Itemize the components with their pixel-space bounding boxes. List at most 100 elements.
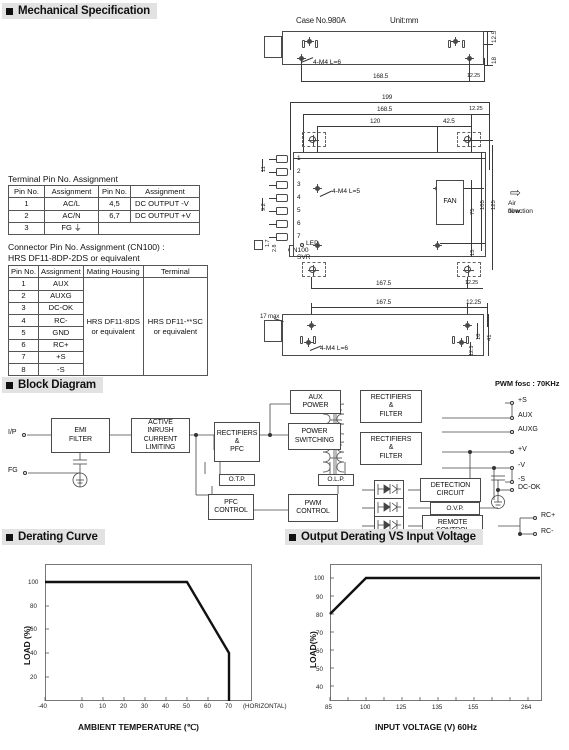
rect-filter2-l2: & xyxy=(388,444,394,452)
connector-table-title-2: HRS DF11-8DP-2DS or equivalent xyxy=(8,253,140,263)
terminal-pin xyxy=(276,168,288,176)
terminal-pin xyxy=(276,194,288,202)
vent-slot xyxy=(313,336,316,344)
section-header-mechanical: Mechanical Specification xyxy=(2,3,157,19)
dim-ext xyxy=(484,65,493,66)
olp-block: O.L.P. xyxy=(318,474,354,486)
rect-filter1-l3: FILTER xyxy=(379,410,403,418)
connector-pin-table: Pin No. Assignment Mating Housing Termin… xyxy=(8,264,209,377)
dim-ext xyxy=(489,102,490,170)
rect-filter1-l2: & xyxy=(388,402,394,410)
inrush-l3: CURRENT xyxy=(143,435,178,443)
dim-line xyxy=(487,45,488,65)
rect-filter2-l1: RECTIFIERS xyxy=(370,436,412,444)
optocoupler-icon xyxy=(377,484,401,495)
dim-12-5-top: 12.5 xyxy=(491,30,498,43)
cell: DC-OK xyxy=(38,301,84,316)
table-row: 2 AC/N 6,7 DC OUTPUT +V xyxy=(8,209,200,223)
vent-slot xyxy=(315,40,318,48)
mounting-hole-left xyxy=(308,135,319,146)
vent-slot xyxy=(300,336,303,344)
dim-ext xyxy=(301,58,302,82)
section-header-derating-curve: Derating Curve xyxy=(2,529,105,545)
pin-lead xyxy=(269,172,277,173)
otp-block: O.T.P. xyxy=(219,474,255,486)
output-derating-ylabel: LOAD(%) xyxy=(308,631,318,668)
screw-marker xyxy=(313,241,322,250)
dim-line-199 xyxy=(290,102,489,103)
terminal-pin xyxy=(276,181,288,189)
dim-199: 199 xyxy=(382,94,393,101)
dim-line-167-5 xyxy=(311,288,467,289)
block-diagram-wires xyxy=(27,402,533,536)
xtick-30: 30 xyxy=(141,703,148,710)
output-terminal-minus-s xyxy=(510,480,514,484)
dim-line xyxy=(301,81,469,82)
bullet-square-icon xyxy=(6,533,13,541)
fan-block: FAN xyxy=(436,180,464,225)
output-label-minus-v: -V xyxy=(518,462,525,469)
th-pin-no: Pin No. xyxy=(8,264,39,279)
dim-ext xyxy=(484,31,493,32)
output-derating-chart-plot xyxy=(329,576,540,701)
dim-120: 120 xyxy=(370,118,381,125)
dim-ext xyxy=(464,188,484,189)
dim-105: 105 xyxy=(480,200,486,210)
terminal-pin xyxy=(276,155,288,163)
screw-marker xyxy=(457,338,466,347)
derating-xlabel: AMBIENT TEMPERATURE (℃) xyxy=(78,722,199,732)
ov-xtick-85: 85 xyxy=(325,704,332,711)
optocoupler-2 xyxy=(374,498,404,517)
cell: 4 xyxy=(8,313,39,328)
pwm-ctrl-l2: CONTROL xyxy=(296,508,330,515)
fg-label: FG xyxy=(8,467,18,474)
ytick-20: 20 xyxy=(30,674,37,681)
dim-75: 75 xyxy=(470,208,476,215)
rect-pfc-l3: PFC xyxy=(230,446,244,454)
mating-housing-l2: or equivalent xyxy=(91,326,135,336)
pin-number: 3 xyxy=(297,181,301,188)
xtick-40: 40 xyxy=(162,703,169,710)
pin-number: 1 xyxy=(297,155,301,162)
dim-line xyxy=(471,114,489,115)
output-terminal-rc-minus xyxy=(533,532,537,536)
svr-label: SVR xyxy=(297,254,311,261)
dim-2-8: 2.8 xyxy=(272,244,278,253)
table-row: 1 AUX HRS DF11-8DS or equivalent HRS DF1… xyxy=(8,277,209,377)
cell: AUX xyxy=(38,277,84,291)
cell: RC- xyxy=(38,313,84,328)
ov-ytick-90: 90 xyxy=(316,594,323,601)
dim-line-120 xyxy=(317,126,437,127)
dim-15: 15 xyxy=(470,249,476,256)
detection-l2: CIRCUIT xyxy=(436,490,465,497)
dim-12-25-mid2: 12.25 xyxy=(465,280,478,286)
output-terminal-minus-v xyxy=(510,466,514,470)
cell: 1 xyxy=(8,277,39,291)
top-view-terminal-block xyxy=(264,36,282,58)
terminal-table-title: Terminal Pin No. Assignment xyxy=(8,174,118,184)
airflow-label-line2: direction xyxy=(508,208,533,215)
input-terminal-icon xyxy=(22,433,26,437)
ytick-100: 100 xyxy=(28,579,39,586)
dim-line xyxy=(467,307,487,308)
output-label-minus-s: -S xyxy=(518,476,525,483)
section-title-derating-curve: Derating Curve xyxy=(18,531,98,543)
th-pin-no-1: Pin No. xyxy=(8,184,45,199)
terminal-pin xyxy=(276,220,288,228)
mounting-hole xyxy=(463,265,474,276)
rectifiers-filter-aux-block: RECTIFIERS & FILTER xyxy=(360,390,422,423)
vent-slot xyxy=(462,40,465,48)
dim-42-5: 42.5 xyxy=(443,118,455,125)
cell: FG ⏚ xyxy=(44,221,99,236)
xtick-50: 50 xyxy=(183,703,190,710)
screw-marker xyxy=(313,184,322,193)
detection-l1: DETECTION xyxy=(430,481,471,489)
unit-label: Unit:mm xyxy=(390,16,419,25)
cell: GND xyxy=(38,326,84,340)
ov-ytick-80: 80 xyxy=(316,612,323,619)
emi-l1: EMI xyxy=(74,427,87,435)
airflow-arrow-icon: ⇨ xyxy=(510,185,521,200)
dim-12-25-top: 12.25 xyxy=(467,73,480,79)
pin-lead xyxy=(269,198,277,199)
dim-line-167-5-bottom xyxy=(311,307,467,308)
